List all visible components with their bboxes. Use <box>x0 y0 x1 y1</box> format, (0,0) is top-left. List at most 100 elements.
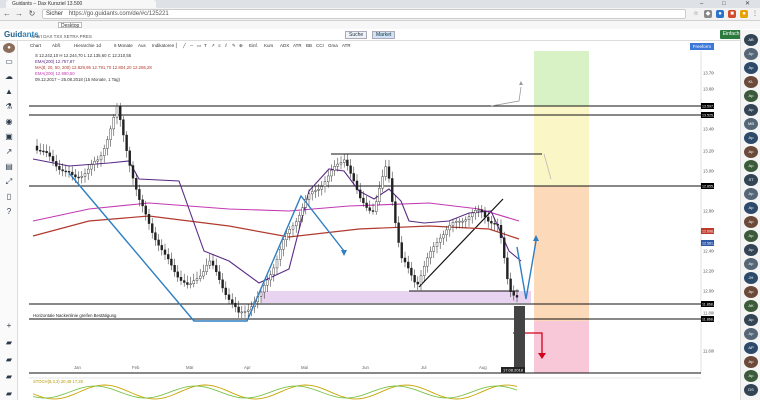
user-avatar[interactable]: DS <box>744 384 758 396</box>
user-avatar[interactable]: Ap <box>744 48 758 60</box>
user-avatar[interactable]: Ap <box>744 62 758 74</box>
menu-icon[interactable]: ⋮ <box>751 10 759 18</box>
candle-down <box>173 265 176 273</box>
folder-icon[interactable]: ▰ <box>3 372 15 382</box>
plus-icon[interactable]: + <box>3 321 15 331</box>
cloud-icon[interactable]: ☁ <box>3 72 15 82</box>
toolbar-tool-einf[interactable]: Einf. <box>248 42 259 50</box>
user-avatar[interactable]: AK <box>744 300 758 312</box>
user-avatar[interactable]: Ap <box>744 356 758 368</box>
expand-icon[interactable]: ⤢ <box>3 177 15 187</box>
minimize-icon[interactable]: – <box>700 0 703 8</box>
user-avatar[interactable]: AB <box>744 34 758 46</box>
flask-icon[interactable]: ⚗ <box>3 102 15 112</box>
forward-icon[interactable]: → <box>14 9 24 19</box>
user-avatar[interactable]: Ap <box>744 328 758 340</box>
toolbar-abfl[interactable]: Abfl. <box>51 42 62 50</box>
candle-up <box>96 159 100 162</box>
maximize-icon[interactable]: □ <box>722 0 726 8</box>
pencil-tool-icon[interactable]: ✎ <box>231 42 237 50</box>
rect-tool-icon[interactable]: ▭ <box>196 42 202 50</box>
user-avatar-icon[interactable]: ● <box>3 43 15 53</box>
user-avatar[interactable]: AP <box>744 342 758 354</box>
toolbar-hierarchie[interactable]: Hierarchie <box>73 42 96 50</box>
close-icon[interactable]: ✕ <box>745 0 750 8</box>
watchlist-icon[interactable]: ▣ <box>3 132 15 142</box>
user-avatar[interactable]: Ap <box>744 104 758 116</box>
candle-up <box>278 249 282 260</box>
user-avatar[interactable]: Ap <box>744 314 758 326</box>
toolbar-tool-cci[interactable]: CCI <box>315 42 325 50</box>
channel-tool-icon[interactable]: ⫽ <box>224 42 228 50</box>
user-avatar[interactable]: Ap <box>744 146 758 158</box>
user-avatar[interactable]: Ap <box>744 286 758 298</box>
bookmark-desktop[interactable]: Desktop <box>58 22 83 29</box>
folder-icon[interactable]: ▰ <box>3 338 15 348</box>
eye-icon[interactable]: ◉ <box>3 117 15 127</box>
monitor-icon[interactable]: ▭ <box>3 57 15 67</box>
hline-tool-icon[interactable]: ─ <box>189 42 194 50</box>
back-icon[interactable]: ← <box>2 9 12 19</box>
chart-icon[interactable]: ↗ <box>3 147 15 157</box>
user-avatar[interactable]: Ap <box>744 230 758 242</box>
candle-down <box>48 152 51 157</box>
toolbar-chart[interactable]: Chart <box>29 42 42 50</box>
candle-up <box>269 274 272 281</box>
user-avatar[interactable]: Ap <box>744 370 758 382</box>
price-chart[interactable]: S 12.242,10 H 12.244,70 L 12.135,60 C 12… <box>29 51 714 400</box>
price-label: 13.000,00 <box>703 169 714 174</box>
user-avatar[interactable]: MB <box>744 118 758 130</box>
doc-icon[interactable]: ▯ <box>3 192 15 202</box>
toolbar-tool-adx[interactable]: ADX <box>279 42 290 50</box>
toolbar-period[interactable]: 1d <box>95 42 102 50</box>
user-avatar[interactable]: Ap <box>744 202 758 214</box>
help-icon[interactable]: ? <box>3 207 15 217</box>
candle-down <box>51 156 55 162</box>
user-avatar[interactable]: Ap <box>744 160 758 172</box>
browser-tab[interactable]: Guidants – Dax Kursziel 13.500 <box>6 0 156 8</box>
user-avatar[interactable]: Ap <box>744 216 758 228</box>
candle-up <box>381 176 384 189</box>
zoom-tool-icon[interactable]: ⊕ <box>238 42 244 50</box>
user-avatar[interactable]: Ap <box>744 188 758 200</box>
candle-up <box>333 166 336 171</box>
text-tool-icon[interactable]: T <box>203 42 208 50</box>
reload-icon[interactable]: ↻ <box>27 9 37 19</box>
user-avatar[interactable]: ST <box>744 174 758 186</box>
extension-icon[interactable]: ◆ <box>704 10 712 18</box>
user-avatar[interactable]: KL <box>744 76 758 88</box>
arrow-tool-icon[interactable]: ↗ <box>210 42 216 50</box>
toolbar-tool-atr2[interactable]: ATR <box>341 42 352 50</box>
cursor-icon[interactable]: ▏ <box>175 42 180 50</box>
user-avatar[interactable]: Ap <box>744 258 758 270</box>
candle-down <box>150 223 154 233</box>
legend-ema-long: EMA(200) 12.990,50 <box>35 71 75 76</box>
lock-icon[interactable]: ▲ <box>3 87 15 97</box>
user-avatar[interactable]: Ap <box>744 90 758 102</box>
url-input[interactable]: Sicher https://go.guidants.com/de/#c/125… <box>42 9 686 19</box>
toolbar-indicators[interactable]: Indikatoren <box>151 42 175 50</box>
user-avatar[interactable]: JH <box>744 272 758 284</box>
extension-icon[interactable]: ● <box>740 10 748 18</box>
extension-icon[interactable]: ● <box>716 10 724 18</box>
toolbar-tool-gma[interactable]: Gma <box>327 42 339 50</box>
folder-icon[interactable]: ▰ <box>3 355 15 365</box>
user-avatar[interactable]: Ap <box>744 132 758 144</box>
candle-down <box>45 151 48 154</box>
star-icon[interactable]: ☆ <box>692 10 700 18</box>
line-tool-icon[interactable]: ╱ <box>182 42 187 50</box>
toolbar-tool-bb[interactable]: BB <box>305 42 313 50</box>
sheet-icon[interactable]: ▤ <box>3 162 15 172</box>
toolbar-tool-atr[interactable]: ATR <box>292 42 303 50</box>
fib-tool-icon[interactable]: ≡ <box>217 42 222 50</box>
candle-down <box>234 302 237 308</box>
toolbar-tool-kurs[interactable]: Kurs <box>263 42 274 50</box>
extension-icon[interactable]: ■ <box>728 10 736 18</box>
folder-icon[interactable]: ▰ <box>3 389 15 399</box>
toolbar-aus[interactable]: Aus <box>137 42 147 50</box>
candle-down <box>355 180 359 191</box>
toolbar-range[interactable]: 6 Monate <box>113 42 134 50</box>
freeform-button[interactable]: Freeform <box>689 43 714 50</box>
url-text: https://go.guidants.com/de/#c/125221 <box>68 11 169 17</box>
user-avatar[interactable]: Ap <box>744 244 758 256</box>
